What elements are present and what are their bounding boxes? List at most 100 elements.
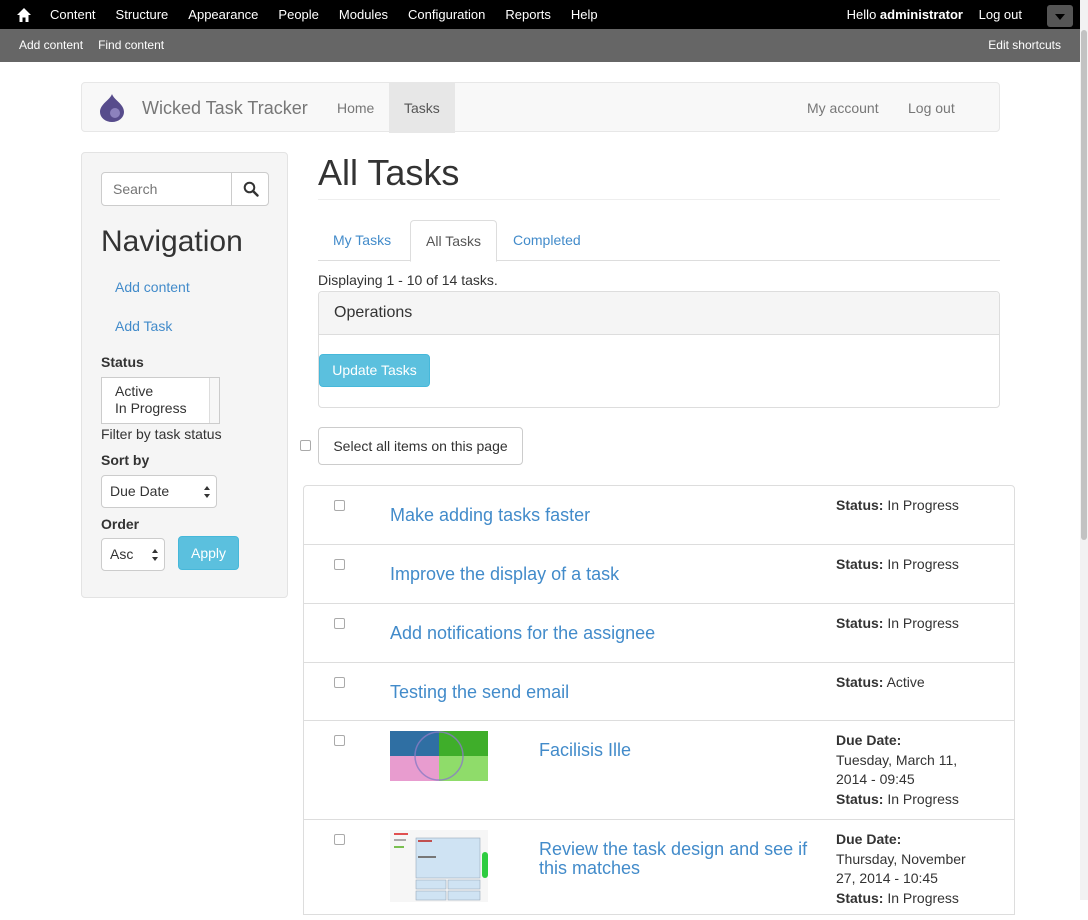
toolbar-drawer-toggle[interactable] <box>1047 5 1073 27</box>
status-label: Status: <box>836 615 884 631</box>
scrollbar-thumb[interactable] <box>1081 30 1087 540</box>
status-label: Status: <box>836 556 884 572</box>
search-icon <box>243 181 259 197</box>
menu-item-help[interactable]: Help <box>561 0 608 29</box>
status-option-in-progress[interactable]: In Progress <box>115 400 206 417</box>
operations-heading: Operations <box>319 292 999 335</box>
navigation-heading: Navigation <box>101 225 243 258</box>
task-info: Status: In Progress <box>836 496 986 516</box>
task-row: Review the task design and see if this m… <box>304 820 1014 920</box>
shortcut-add-content[interactable]: Add content <box>19 29 83 62</box>
search-form <box>101 172 269 206</box>
task-title-link[interactable]: Improve the display of a task <box>390 565 619 584</box>
task-thumbnail-image[interactable] <box>390 731 488 781</box>
home-icon[interactable] <box>14 5 34 25</box>
menu-item-content[interactable]: Content <box>40 0 106 29</box>
menu-item-appearance[interactable]: Appearance <box>178 0 268 29</box>
update-tasks-button[interactable]: Update Tasks <box>319 354 430 387</box>
status-label: Status: <box>836 790 884 807</box>
toolbar-logout-link[interactable]: Log out <box>979 0 1022 29</box>
task-info: Status: Active <box>836 673 986 693</box>
task-info: Due Date: Thursday, November 27, 2014 - … <box>836 830 986 908</box>
order-select-value: Asc <box>110 546 134 562</box>
task-row: Testing the send email Status: Active <box>304 663 1014 721</box>
menu-item-configuration[interactable]: Configuration <box>398 0 495 29</box>
task-row: Make adding tasks faster Status: In Prog… <box>304 486 1014 545</box>
task-info: Due Date: Tuesday, March 11, 2014 - 09:4… <box>836 731 986 809</box>
task-title-link[interactable]: Testing the send email <box>390 683 569 702</box>
menu-item-structure[interactable]: Structure <box>106 0 179 29</box>
task-checkbox[interactable] <box>334 735 345 746</box>
task-checkbox[interactable] <box>334 834 345 845</box>
task-due-date: Thursday, November 27, 2014 - 10:45 <box>836 850 966 887</box>
select-all-button[interactable]: Select all items on this page <box>318 427 523 465</box>
task-due-date: Tuesday, March 11, 2014 - 09:45 <box>836 751 958 788</box>
status-label: Status: <box>836 889 884 906</box>
order-label: Order <box>101 516 140 532</box>
sidebar: Navigation Add content Add Task Status A… <box>81 152 288 598</box>
drupal-drop-icon[interactable] <box>98 93 126 123</box>
site-navbar: Wicked Task Tracker Home Tasks My accoun… <box>81 82 1000 133</box>
sort-label: Sort by <box>101 452 150 468</box>
search-input[interactable] <box>101 172 232 206</box>
select-all-checkbox[interactable] <box>300 440 311 451</box>
task-title-link[interactable]: Add notifications for the assignee <box>390 624 655 643</box>
status-scrollbar[interactable] <box>209 378 219 423</box>
site-name[interactable]: Wicked Task Tracker <box>142 83 308 133</box>
task-checkbox[interactable] <box>334 677 345 688</box>
task-title-link[interactable]: Make adding tasks faster <box>390 506 590 525</box>
page-title: All Tasks <box>318 152 460 193</box>
status-label: Status: <box>836 497 884 513</box>
search-button[interactable] <box>231 172 269 206</box>
admin-menu: Content Structure Appearance People Modu… <box>40 0 608 29</box>
title-divider <box>318 199 1000 200</box>
menu-item-people[interactable]: People <box>268 0 328 29</box>
status-hint: Filter by task status <box>101 426 222 442</box>
task-title-link[interactable]: Facilisis Ille <box>539 741 631 760</box>
status-label: Status: <box>836 674 884 690</box>
task-checkbox[interactable] <box>334 618 345 629</box>
tab-all-tasks[interactable]: All Tasks <box>410 220 497 262</box>
hello-text: Hello <box>846 7 877 22</box>
select-arrows-icon <box>152 549 158 561</box>
tab-completed[interactable]: Completed <box>498 220 596 261</box>
menu-item-modules[interactable]: Modules <box>329 0 398 29</box>
sidebar-link-add-task[interactable]: Add Task <box>115 318 172 334</box>
status-label: Status <box>101 354 144 370</box>
sort-select[interactable]: Due Date <box>101 475 217 508</box>
task-status: In Progress <box>887 790 959 807</box>
status-option-active[interactable]: Active <box>115 383 206 400</box>
task-title-link[interactable]: Review the task design and see if this m… <box>539 840 829 878</box>
nav-my-account[interactable]: My account <box>792 83 894 133</box>
task-status: In Progress <box>887 497 959 513</box>
nav-log-out[interactable]: Log out <box>893 83 970 133</box>
task-status: In Progress <box>887 556 959 572</box>
task-checkbox[interactable] <box>334 500 345 511</box>
order-select[interactable]: Asc <box>101 538 165 571</box>
task-list: Make adding tasks faster Status: In Prog… <box>303 485 1015 915</box>
admin-toolbar: Content Structure Appearance People Modu… <box>0 0 1088 29</box>
page-scrollbar[interactable] <box>1080 0 1088 900</box>
results-summary: Displaying 1 - 10 of 14 tasks. <box>318 272 498 288</box>
task-checkbox[interactable] <box>334 559 345 570</box>
task-status: Active <box>886 674 925 690</box>
select-arrows-icon <box>204 486 210 498</box>
task-info: Status: In Progress <box>836 614 986 634</box>
sidebar-link-add-content[interactable]: Add content <box>115 279 190 295</box>
shortcut-find-content[interactable]: Find content <box>98 29 164 62</box>
menu-item-reports[interactable]: Reports <box>495 0 561 29</box>
username[interactable]: administrator <box>880 7 963 22</box>
status-multiselect[interactable]: Active In Progress <box>101 377 220 424</box>
apply-button[interactable]: Apply <box>178 536 239 570</box>
nav-tasks[interactable]: Tasks <box>389 83 455 133</box>
tab-my-tasks[interactable]: My Tasks <box>318 220 406 261</box>
due-date-label: Due Date: <box>836 831 902 847</box>
task-info: Status: In Progress <box>836 555 986 575</box>
user-greeting: Hello administrator <box>847 0 963 29</box>
operations-panel: Operations Update Tasks <box>318 291 1000 408</box>
task-thumbnail-image[interactable] <box>390 830 488 902</box>
nav-home[interactable]: Home <box>322 83 389 133</box>
sort-select-value: Due Date <box>110 483 170 499</box>
edit-shortcuts-link[interactable]: Edit shortcuts <box>988 29 1061 62</box>
task-tabs: My Tasks All Tasks Completed <box>318 220 1000 262</box>
